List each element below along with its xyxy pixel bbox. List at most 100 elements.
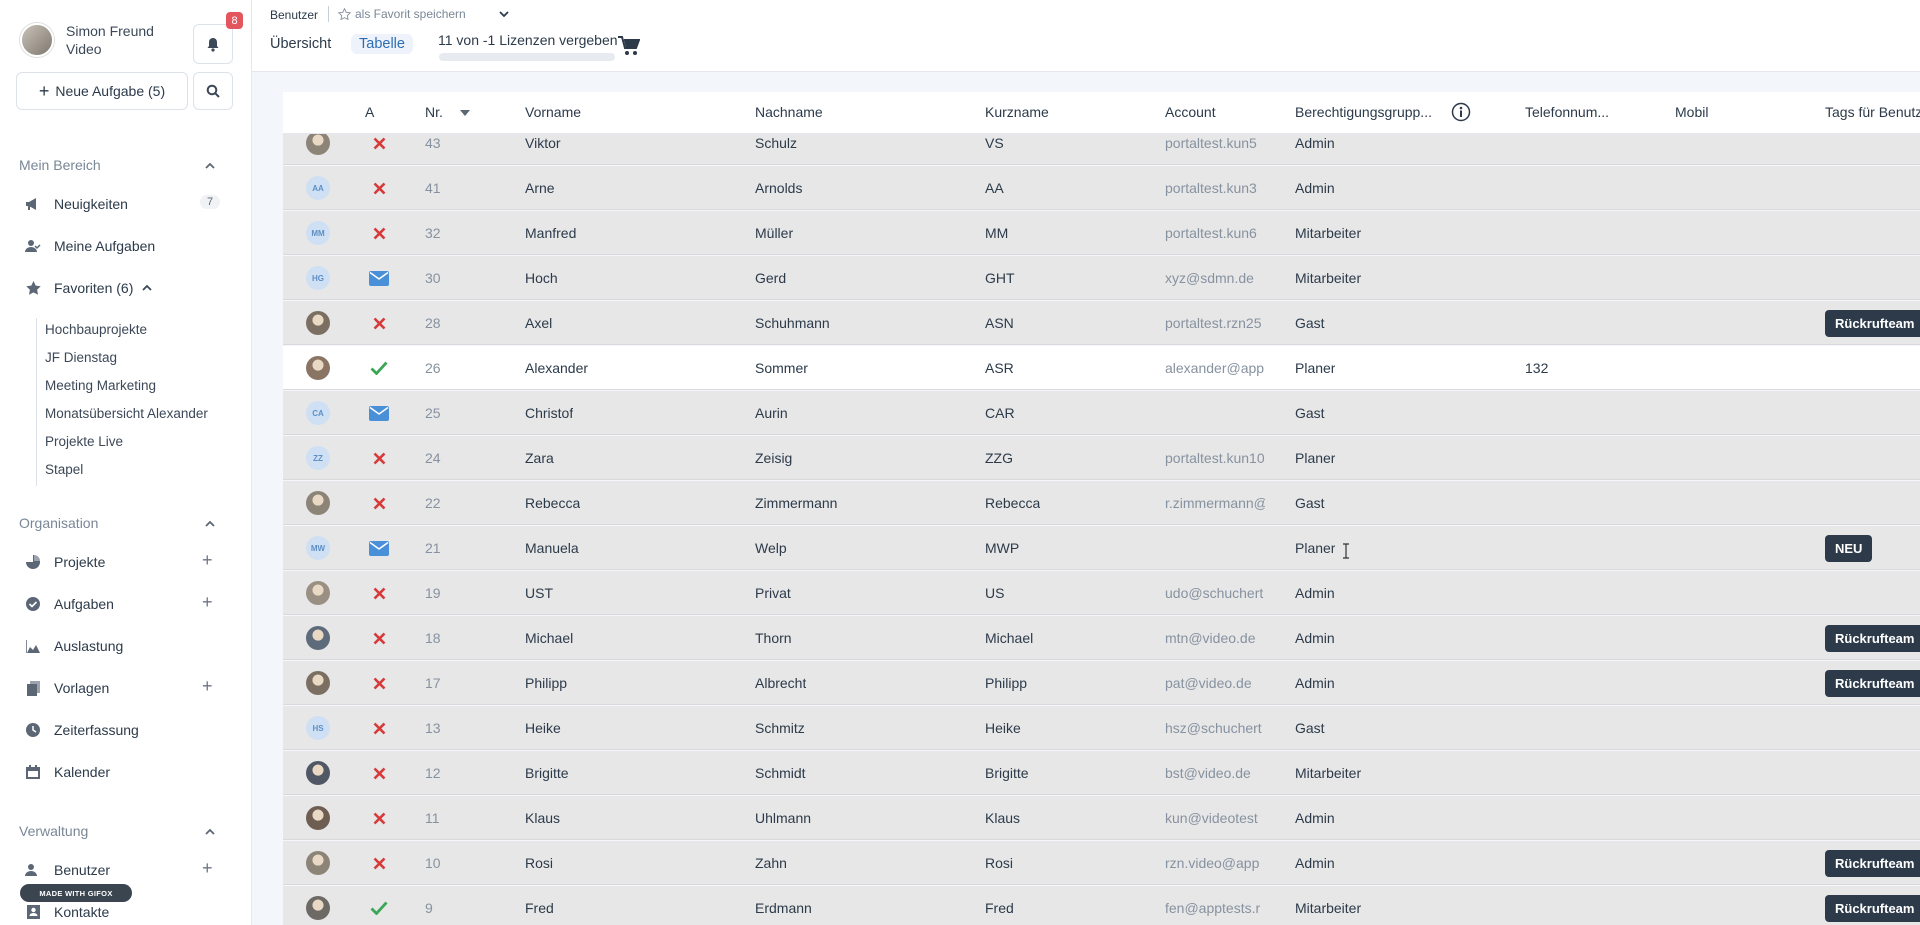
tags-cell: Rückrufteam	[1825, 661, 1920, 705]
add-user-plus-icon[interactable]: +	[202, 858, 213, 879]
table-row[interactable]: HG 30 Hoch Gerd GHT xyz@sdmn.de Mitarbeiter	[283, 256, 1920, 300]
add-project-plus-icon[interactable]: +	[202, 550, 213, 571]
sidebar-item-news[interactable]: Neuigkeiten	[24, 194, 128, 214]
last-name: Zimmermann	[755, 495, 838, 511]
column-header-nr[interactable]: Nr.	[425, 104, 443, 120]
column-header-gruppe[interactable]: Berechtigungsgrupp...	[1295, 104, 1432, 120]
sidebar-item-templates[interactable]: Vorlagen	[24, 678, 109, 698]
sidebar-item-my-tasks[interactable]: Meine Aufgaben	[24, 236, 155, 256]
address-book-icon	[24, 903, 42, 921]
tags-cell: NEU	[1825, 526, 1873, 570]
tag-badge[interactable]: NEU	[1825, 534, 1873, 562]
tab-table[interactable]: Tabelle	[351, 34, 413, 54]
sidebar-item-users[interactable]: Benutzer	[24, 860, 110, 880]
chevron-down-icon[interactable]	[498, 8, 510, 20]
column-header-a[interactable]: A	[365, 104, 374, 120]
user-number: 21	[425, 540, 441, 556]
table-row[interactable]: MW 21 Manuela Welp MWP Planer NEU	[283, 526, 1920, 570]
table-row[interactable]: 22 Rebecca Zimmermann Rebecca r.zimmermann@ G…	[283, 481, 1920, 525]
table-row[interactable]: 11 Klaus Uhlmann Klaus kun@videotest Admin	[283, 796, 1920, 840]
add-task-plus-icon[interactable]: +	[202, 592, 213, 613]
status-cell	[368, 211, 390, 255]
short-name: AA	[985, 180, 1004, 196]
table-row[interactable]: MM 32 Manfred Müller MM portaltest.kun6 Mitarb…	[283, 211, 1920, 255]
tag-badge[interactable]: Rückrufteam	[1825, 894, 1920, 922]
favorite-item[interactable]: Stapel	[45, 458, 208, 486]
chevron-up-icon[interactable]	[203, 517, 217, 531]
add-template-plus-icon[interactable]: +	[202, 676, 213, 697]
column-header-nachname[interactable]: Nachname	[755, 104, 823, 120]
sidebar-item-contacts[interactable]: Kontakte	[24, 902, 109, 922]
sidebar-item-favorites[interactable]: Favoriten (6)	[24, 278, 153, 298]
sidebar-item-time-tracking[interactable]: Zeiterfassung	[24, 720, 139, 740]
avatar[interactable]	[20, 23, 54, 57]
account: portaltest.kun6	[1165, 225, 1257, 241]
shopping-cart-icon[interactable]	[618, 36, 640, 56]
table-row[interactable]: AA 41 Arne Arnolds AA portaltest.kun3 Admin	[283, 166, 1920, 210]
permission-group: Gast	[1295, 495, 1325, 511]
tab-overview[interactable]: Übersicht	[270, 36, 331, 52]
last-name: Thorn	[755, 630, 792, 646]
users-table: A Nr. Vorname Nachname Kurzname Account …	[283, 92, 1920, 925]
new-task-button[interactable]: + Neue Aufgabe (5)	[16, 72, 188, 110]
favorite-item[interactable]: JF Dienstag	[45, 346, 208, 374]
tag-badge[interactable]: Rückrufteam	[1825, 849, 1920, 877]
avatar-photo	[306, 851, 330, 875]
avatar-initials: AA	[306, 176, 330, 200]
table-row[interactable]: 18 Michael Thorn Michael mtn@video.de Admin Rü…	[283, 616, 1920, 660]
account: alexander@app	[1165, 360, 1265, 376]
tag-badge[interactable]: Rückrufteam	[1825, 309, 1920, 337]
first-name: UST	[525, 585, 553, 601]
table-row[interactable]: ZZ 24 Zara Zeisig ZZG portaltest.kun10 Planer	[283, 436, 1920, 480]
column-header-tags[interactable]: Tags für Benutzer	[1825, 104, 1920, 120]
table-row[interactable]: 26 Alexander Sommer ASR alexander@app Planer 1…	[283, 346, 1920, 390]
chevron-up-icon[interactable]	[141, 282, 153, 294]
table-row[interactable]: 9 Fred Erdmann Fred fen@apptests.r Mitarbeite…	[283, 886, 1920, 925]
tag-badge[interactable]: Rückrufteam	[1825, 624, 1920, 652]
user-profile[interactable]: Simon Freund Video	[20, 22, 154, 58]
user-check-icon	[24, 237, 42, 255]
notifications-button[interactable]	[193, 24, 233, 64]
table-row[interactable]: 28 Axel Schuhmann ASN portaltest.rzn25 Gast Rü…	[283, 301, 1920, 345]
cross-icon	[373, 317, 385, 329]
column-header-telefon[interactable]: Telefonnum...	[1525, 104, 1609, 120]
table-row[interactable]: 10 Rosi Zahn Rosi rzn.video@app Admin Rückruft…	[283, 841, 1920, 885]
short-name: ASN	[985, 315, 1014, 331]
save-favorite-button[interactable]: als Favorit speichern	[338, 7, 466, 21]
table-row[interactable]: HS 13 Heike Schmitz Heike hsz@schuchert Gast	[283, 706, 1920, 750]
column-header-kurzname[interactable]: Kurzname	[985, 104, 1049, 120]
tag-badge[interactable]: Rückrufteam	[1825, 669, 1920, 697]
check-icon	[370, 901, 388, 915]
phone-number: 132	[1525, 360, 1549, 376]
sidebar-item-calendar[interactable]: Kalender	[24, 762, 110, 782]
last-name: Aurin	[755, 405, 788, 421]
permission-group: Admin	[1295, 180, 1335, 196]
account: bst@video.de	[1165, 765, 1251, 781]
table-row[interactable]: CA 25 Christof Aurin CAR Gast	[283, 391, 1920, 435]
column-header-mobil[interactable]: Mobil	[1675, 104, 1708, 120]
table-row[interactable]: 19 UST Privat US udo@schuchert Admin	[283, 571, 1920, 615]
chevron-up-icon[interactable]	[203, 825, 217, 839]
first-name: Rosi	[525, 855, 554, 871]
user-number: 19	[425, 585, 441, 601]
table-row[interactable]: 17 Philipp Albrecht Philipp pat@video.de Admi…	[283, 661, 1920, 705]
section-verwaltung: Verwaltung	[19, 823, 89, 839]
column-header-account[interactable]: Account	[1165, 104, 1216, 120]
chevron-up-icon[interactable]	[203, 159, 217, 173]
sidebar-item-tasks[interactable]: Aufgaben	[24, 594, 114, 614]
sidebar-item-utilization[interactable]: Auslastung	[24, 636, 123, 656]
cross-icon	[373, 857, 385, 869]
favorite-item[interactable]: Projekte Live	[45, 430, 208, 458]
favorite-item[interactable]: Monatsübersicht Alexander	[45, 402, 208, 430]
breadcrumb[interactable]: Benutzer	[270, 8, 318, 22]
favorite-item[interactable]: Meeting Marketing	[45, 374, 208, 402]
info-icon[interactable]	[1451, 102, 1471, 122]
search-button[interactable]	[193, 72, 233, 110]
sort-desc-icon[interactable]	[460, 110, 470, 116]
favorite-item[interactable]: Hochbauprojekte	[45, 318, 208, 346]
cross-icon	[373, 767, 385, 779]
sidebar-item-projects[interactable]: Projekte	[24, 552, 105, 572]
table-row[interactable]: 12 Brigitte Schmidt Brigitte bst@video.de Mit…	[283, 751, 1920, 795]
cross-icon	[373, 497, 385, 509]
column-header-vorname[interactable]: Vorname	[525, 104, 581, 120]
